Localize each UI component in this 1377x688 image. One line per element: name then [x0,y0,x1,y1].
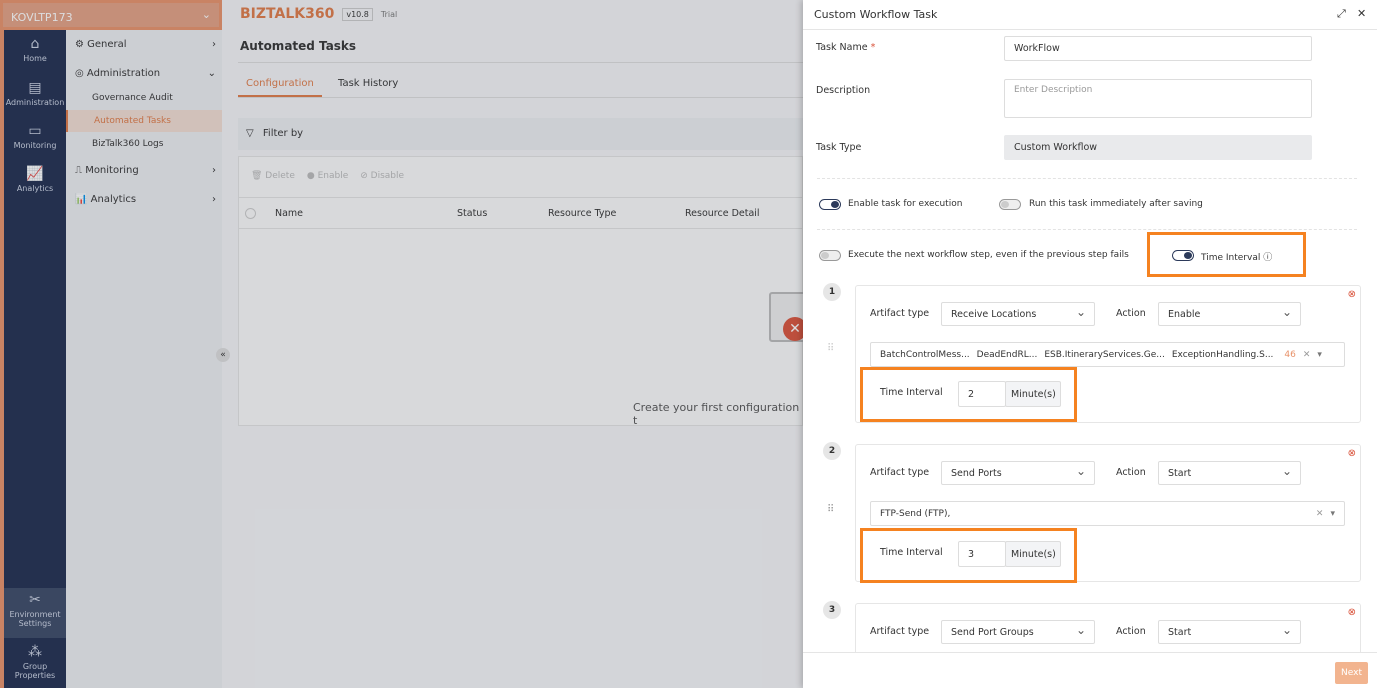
time-interval-toggle[interactable] [1172,250,1194,261]
time-interval-label: Time Interval [880,387,943,398]
artifact-type-label: Artifact type [870,467,930,478]
time-unit: Minute(s) [1005,541,1061,567]
required-marker: * [870,42,876,53]
clear-icon[interactable]: ✕ [1316,509,1324,519]
artifact-type-label: Artifact type [870,626,930,637]
artifact-multiselect[interactable]: BatchControlMess... DeadEndRL... ESB.Iti… [870,342,1345,367]
drag-handle-icon[interactable]: ⠿ [827,343,834,354]
action-label: Action [1116,626,1146,637]
selected-item: ESB.ItineraryServices.Ge... [1044,349,1165,360]
action-label: Action [1116,467,1146,478]
time-unit: Minute(s) [1005,381,1061,407]
drag-handle-icon[interactable]: ⠿ [827,504,834,515]
expand-icon[interactable]: ⤢ [1337,7,1346,21]
selected-item: BatchControlMess... [880,349,970,360]
panel-footer: Next [803,652,1377,688]
modal-backdrop[interactable] [0,0,803,688]
dropdown-arrow-icon[interactable]: ▾ [1317,350,1322,360]
description-textarea[interactable]: Enter Description [1004,79,1312,118]
task-name-input[interactable]: WorkFlow [1004,36,1312,61]
task-name-label: Task Name [816,42,868,53]
step-number: 2 [823,442,841,460]
remove-step-icon[interactable]: ⊗ [1348,448,1356,459]
next-button[interactable]: Next [1335,662,1368,684]
run-now-label: Run this task immediately after saving [1029,199,1203,209]
more-count: 46 [1284,349,1296,360]
action-select[interactable]: Start [1158,461,1301,485]
continue-on-failure-label: Execute the next workflow step, even if … [848,250,1129,260]
workflow-step: ⊗ Artifact type Send Ports Action Start … [855,444,1361,583]
action-select[interactable]: Start [1158,620,1301,644]
artifact-type-select[interactable]: Send Port Groups [941,620,1095,644]
remove-step-icon[interactable]: ⊗ [1348,289,1356,300]
time-interval-input[interactable]: 3 [958,541,1006,567]
selected-item: ExceptionHandling.S... [1171,349,1274,360]
description-label: Description [816,85,871,96]
run-now-toggle[interactable] [999,199,1021,210]
time-interval-label: Time Interval [880,547,943,558]
remove-step-icon[interactable]: ⊗ [1348,607,1356,618]
artifact-type-select[interactable]: Send Ports [941,461,1095,485]
close-icon[interactable]: ✕ [1357,7,1366,20]
time-interval-input[interactable]: 2 [958,381,1006,407]
artifact-type-label: Artifact type [870,308,930,319]
action-label: Action [1116,308,1146,319]
custom-workflow-task-panel: Custom Workflow Task ⤢ ✕ Task Name * Wor… [803,0,1377,688]
task-type-field: Custom Workflow [1004,135,1312,160]
enable-task-label: Enable task for execution [848,199,963,209]
artifact-multiselect[interactable]: FTP-Send (FTP), ✕ ▾ [870,501,1345,526]
info-icon[interactable]: ⓘ [1263,253,1272,263]
step-number: 1 [823,283,841,301]
task-type-label: Task Type [816,142,862,153]
continue-on-failure-toggle[interactable] [819,250,841,261]
step-number: 3 [823,601,841,619]
action-select[interactable]: Enable [1158,302,1301,326]
clear-icon[interactable]: ✕ [1303,350,1311,360]
workflow-step: ⊗ Artifact type Receive Locations Action… [855,285,1361,423]
selected-item: DeadEndRL... [976,349,1038,360]
artifact-type-select[interactable]: Receive Locations [941,302,1095,326]
selected-item: FTP-Send (FTP), [880,508,951,519]
enable-task-toggle[interactable] [819,199,841,210]
dropdown-arrow-icon[interactable]: ▾ [1330,509,1335,519]
panel-title: Custom Workflow Task [814,8,938,21]
time-interval-label: Time Interval [1201,253,1261,263]
